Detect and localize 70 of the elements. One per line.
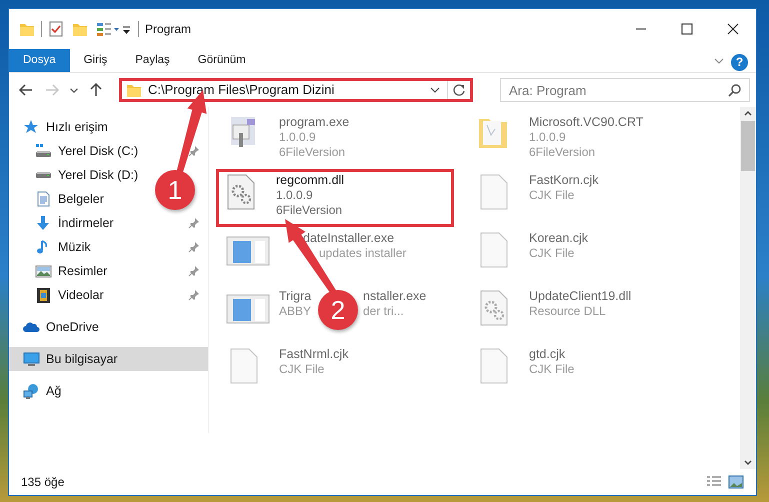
scroll-thumb[interactable] <box>741 121 755 171</box>
nav-item[interactable]: Müzik <box>35 235 97 259</box>
file-name: program.exe <box>279 115 350 130</box>
ribbon-tab[interactable]: Görünüm <box>184 49 260 72</box>
network-icon <box>23 382 40 400</box>
star-icon <box>23 118 40 136</box>
file-detail: ABBY <box>279 304 312 319</box>
properties-icon[interactable] <box>96 21 120 37</box>
file-detail: 1.0.0.9 <box>276 188 314 203</box>
film-icon <box>35 286 52 304</box>
file-detail: 1.0.0.9 <box>279 130 317 145</box>
large-icons-view-icon[interactable] <box>728 475 744 489</box>
file-detail: CJK File <box>529 362 574 377</box>
checklist-icon[interactable] <box>48 21 64 37</box>
nav-item[interactable]: Videolar <box>35 283 110 307</box>
ribbon-tab[interactable]: Dosya <box>9 49 70 72</box>
forward-arrow-icon <box>44 82 60 98</box>
ribbon-tab[interactable]: Giriş <box>70 49 122 72</box>
file-name: nstaller.exe <box>363 289 426 304</box>
search-field[interactable]: Ara: Program <box>500 78 750 102</box>
nav-item[interactable]: Belgeler <box>35 187 110 211</box>
file-detail: Resource DLL <box>529 304 607 319</box>
file-detail: CJK File <box>279 362 326 377</box>
file-detail: updates installer <box>319 246 406 261</box>
recent-locations-button[interactable] <box>67 86 81 94</box>
nav-item[interactable]: Resimler <box>35 259 114 283</box>
nav-item[interactable]: Yerel Disk (C:) <box>35 139 144 163</box>
nav-item[interactable]: Hızlı erişim <box>23 115 114 139</box>
file-name: gtd.cjk <box>529 347 566 362</box>
refresh-icon[interactable] <box>452 83 466 97</box>
help-button[interactable]: ? <box>731 54 748 70</box>
file-name: Microsoft.VC90.CRT <box>529 115 644 130</box>
ribbon-tab[interactable]: Paylaş <box>121 49 184 72</box>
file-detail: der tri... <box>363 304 404 319</box>
file-name: FastNrml.cjk <box>279 347 348 362</box>
file-name: FastKorn.cjk <box>529 173 598 188</box>
nav-item[interactable]: Bu bilgisayar <box>9 347 208 371</box>
folder-icon <box>126 82 142 98</box>
drive-icon <box>35 171 52 179</box>
address-field[interactable]: C:\Program Files\Program Dizini <box>119 78 473 102</box>
file-name: Trigra <box>279 289 312 304</box>
file-detail: 1.0.0.9 <box>529 130 567 145</box>
caret-icon <box>70 88 78 92</box>
nav-item[interactable]: İndirmeler <box>35 211 120 235</box>
item-count: 135 öğe <box>21 474 64 491</box>
maximize-icon <box>681 23 693 35</box>
nav-item[interactable]: OneDrive <box>23 315 105 339</box>
down-arrow-icon <box>35 214 52 232</box>
file-detail: CJK File <box>529 188 576 203</box>
close-icon <box>727 23 739 35</box>
document-icon <box>35 190 52 208</box>
file-detail: 6FileVersion <box>279 145 346 160</box>
file-name: regcomm.dll <box>276 173 344 188</box>
file-detail: 6FileVersion <box>529 145 596 160</box>
back-arrow-icon <box>18 82 34 98</box>
window-title: Program <box>145 21 192 38</box>
drive-icon <box>35 142 52 160</box>
file-name: dateInstaller.exe <box>303 231 394 246</box>
file-name: UpdateClient19.dll <box>529 289 632 304</box>
search-icon <box>728 83 742 97</box>
file-detail: CJK File <box>529 246 576 261</box>
scrollbar[interactable] <box>740 107 756 469</box>
monitor-icon <box>23 350 40 368</box>
file-name: Korean.cjk <box>529 231 588 246</box>
nav-item[interactable]: Yerel Disk (D:) <box>35 163 144 187</box>
file-item[interactable]: regcomm.dll 1.0.0.9 6FileVersion <box>216 169 454 227</box>
file-detail: 6FileVersion <box>276 203 344 218</box>
up-arrow-icon <box>88 82 104 98</box>
picture-icon <box>35 262 52 280</box>
nav-item[interactable]: Ağ <box>23 379 68 403</box>
